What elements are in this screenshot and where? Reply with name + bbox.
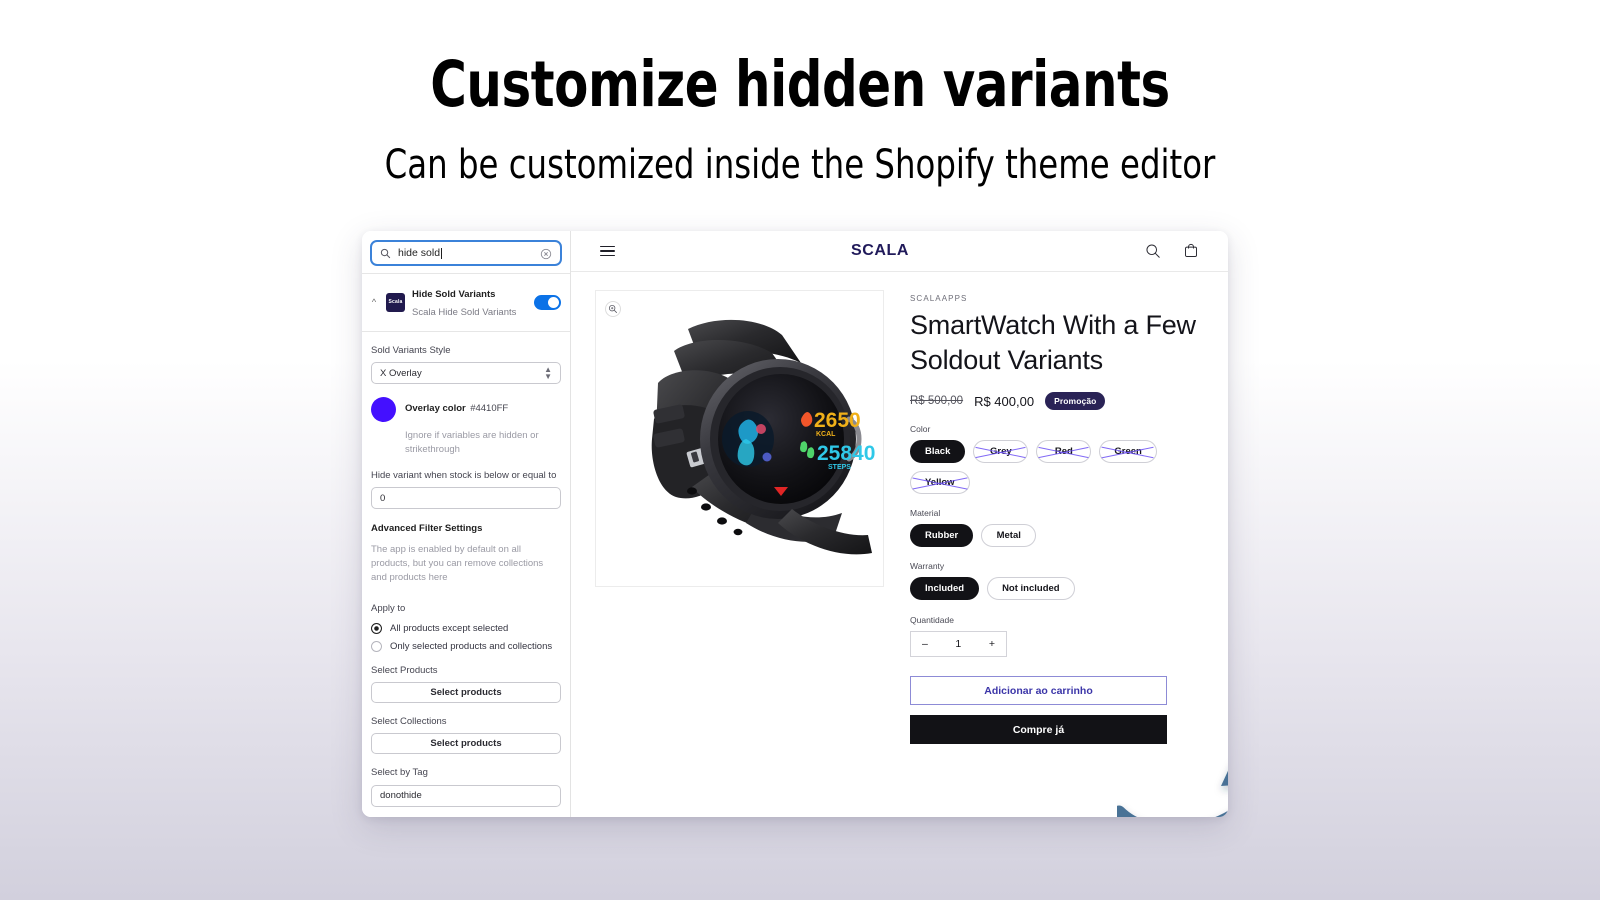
svg-text:STEPS: STEPS [828, 464, 851, 471]
stock-threshold-value: 0 [380, 492, 386, 504]
zoom-in-icon[interactable] [605, 301, 621, 317]
variant-yellow[interactable]: Yellow [910, 471, 970, 495]
store-header: SCALA [571, 231, 1228, 272]
sold-variants-style-select[interactable]: X Overlay ▲ ▼ [371, 362, 561, 385]
variant-not-included[interactable]: Not included [987, 577, 1075, 601]
svg-text:2650: 2650 [814, 409, 861, 432]
radio-icon-unselected [371, 640, 382, 652]
option-label-material: Material [910, 508, 941, 519]
search-input-value: hide sold [398, 247, 533, 259]
radio-only-selected-products[interactable]: Only selected products and collections [371, 640, 561, 652]
theme-editor-mockup: hide sold ^ Scala Hide Sold Variants Sca… [362, 231, 1228, 817]
add-to-cart-button[interactable]: Adicionar ao carrinho [910, 676, 1167, 706]
radio-label-all: All products except selected [390, 622, 509, 634]
advanced-filter-note: The app is enabled by default on all pro… [371, 544, 544, 584]
chevron-up-icon[interactable]: ^ [369, 297, 379, 307]
select-by-tag-label: Select by Tag [371, 767, 428, 779]
store-logo: SCALA [850, 242, 910, 259]
quantity-stepper[interactable]: – 1 + [910, 631, 1007, 658]
sidebar-divider-2 [362, 331, 570, 332]
option-values-color: Black Grey Red Green Yellow [910, 440, 1204, 495]
variant-red[interactable]: Red [1036, 440, 1092, 464]
app-block-row[interactable]: ^ Scala Hide Sold Variants Scala Hide So… [362, 274, 570, 331]
headline-block: Customize hidden variants Can be customi… [0, 0, 1600, 188]
smartwatch-product-image: 2650 KCAL 25840 STEPS [651, 319, 875, 555]
variant-rubber[interactable]: Rubber [910, 524, 974, 548]
variant-green[interactable]: Green [1099, 440, 1157, 464]
select-products-label: Select Products [371, 664, 438, 676]
sale-badge: Promoção [1045, 392, 1106, 411]
product-vendor: SCALAAPPS [910, 294, 968, 303]
option-label-warranty: Warranty [910, 561, 945, 572]
stock-threshold-label: Hide variant when stock is below or equa… [371, 469, 557, 481]
hamburger-menu-icon[interactable] [600, 243, 615, 260]
app-block-title: Hide Sold Variants [412, 289, 496, 300]
variant-black[interactable]: Black [910, 440, 966, 464]
enable-app-toggle[interactable] [534, 294, 561, 310]
buy-now-button[interactable]: Compre já [910, 715, 1167, 745]
apply-to-label: Apply to [371, 603, 406, 615]
radio-label-only: Only selected products and collections [390, 640, 553, 652]
search-icon [380, 248, 391, 259]
radio-icon-selected [371, 622, 382, 634]
advanced-filter-title: Advanced Filter Settings [371, 523, 483, 535]
option-values-warranty: Included Not included [910, 577, 1204, 601]
select-collections-label: Select Collections [371, 716, 447, 728]
sold-variants-style-value: X Overlay [380, 367, 422, 379]
theme-editor-sidebar: hide sold ^ Scala Hide Sold Variants Sca… [362, 231, 571, 817]
compare-at-price: R$ 500,00 [910, 395, 964, 408]
search-icon[interactable] [1145, 243, 1161, 259]
overlay-color-label: Overlay color [405, 403, 466, 415]
product-gallery[interactable]: 2650 KCAL 25840 STEPS [595, 290, 884, 587]
quantity-value: 1 [955, 638, 962, 651]
overlay-color-swatch[interactable] [371, 397, 396, 423]
overlay-color-hex: #4410FF [470, 403, 509, 415]
radio-all-products-except-selected[interactable]: All products except selected [371, 622, 561, 634]
variant-grey[interactable]: Grey [973, 440, 1029, 464]
clear-circle-icon[interactable] [540, 247, 552, 260]
select-collections-button[interactable]: Select products [371, 733, 561, 755]
price-row: R$ 500,00 R$ 400,00 Promoção [910, 392, 1204, 411]
variant-metal[interactable]: Metal [981, 524, 1037, 548]
app-block-subtitle: Scala Hide Sold Variants [412, 307, 517, 318]
option-values-material: Rubber Metal [910, 524, 1204, 548]
product-details: SCALAAPPS SmartWatch With a Few Soldout … [910, 290, 1204, 817]
storefront-preview: SCALA 2650 KCAL 25840 STEPS SCALAAPPS Sm… [571, 231, 1228, 817]
sidebar-settings: Sold Variants Style X Overlay ▲ ▼ Overlay… [362, 345, 570, 807]
select-by-tag-value: donothide [380, 790, 422, 802]
quantity-increase-button[interactable]: + [989, 638, 995, 650]
select-by-tag-input[interactable]: donothide [371, 784, 561, 807]
page-title: Customize hidden variants [430, 48, 1170, 121]
product-page: 2650 KCAL 25840 STEPS SCALAAPPS SmartWat… [571, 272, 1228, 817]
sidebar-search-row: hide sold [362, 231, 570, 273]
svg-text:KCAL: KCAL [816, 431, 836, 438]
quantity-label: Quantidade [910, 615, 954, 626]
variant-included[interactable]: Included [910, 577, 980, 601]
quantity-decrease-button[interactable]: – [922, 638, 928, 650]
page-subtitle: Can be customized inside the Shopify the… [384, 142, 1216, 189]
product-price: R$ 400,00 [974, 393, 1035, 409]
stock-threshold-input[interactable]: 0 [371, 487, 561, 510]
sold-variants-style-label: Sold Variants Style [371, 345, 451, 356]
overlay-color-row[interactable]: Overlay color #4410FF [371, 397, 561, 423]
product-title: SmartWatch With a Few Soldout Variants [910, 310, 1196, 376]
svg-text:25840: 25840 [817, 442, 875, 465]
overlay-color-note: Ignore if variables are hidden or strike… [405, 430, 539, 456]
select-products-button[interactable]: Select products [371, 682, 561, 704]
shopping-bag-icon[interactable] [1183, 243, 1199, 259]
app-icon: Scala [386, 292, 405, 312]
option-label-color: Color [910, 424, 931, 435]
chevron-updown-icon: ▲ ▼ [544, 365, 552, 382]
search-input[interactable]: hide sold [370, 240, 562, 266]
